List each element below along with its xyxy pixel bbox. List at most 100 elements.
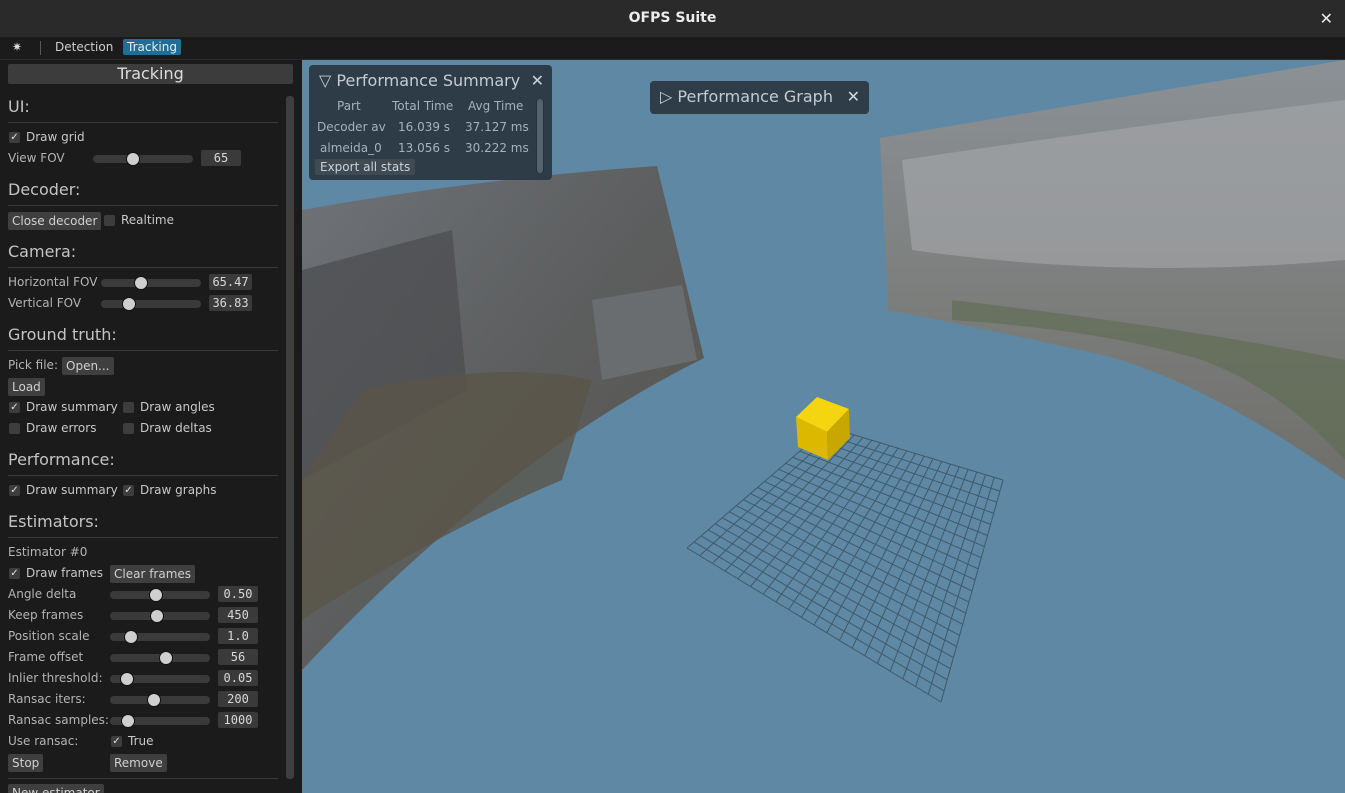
table-cell: Decoder av	[317, 120, 386, 134]
inlier-threshold-value[interactable]: 0.05	[218, 670, 258, 686]
use-ransac-value: True	[128, 734, 154, 748]
menu-detection[interactable]: Detection	[55, 40, 113, 54]
ransac-iters-slider[interactable]	[110, 693, 210, 707]
view-fov-value[interactable]: 65	[201, 150, 241, 166]
angle-delta-value[interactable]: 0.50	[218, 586, 258, 602]
divider	[8, 475, 278, 476]
draw-frames-label: Draw frames	[26, 566, 103, 580]
slider-knob[interactable]	[122, 297, 137, 311]
theme-icon[interactable]: ✷	[12, 40, 22, 54]
section-ground-truth-title: Ground truth:	[8, 325, 117, 344]
ground-grid	[686, 426, 1004, 703]
draw-grid-checkbox[interactable]: ✓	[9, 132, 20, 143]
scrollbar-thumb[interactable]	[537, 99, 543, 173]
frame-offset-slider[interactable]	[110, 651, 210, 665]
performance-summary-window[interactable]: ▽ Performance Summary ✕ Part Total Time …	[309, 65, 552, 180]
slider-knob[interactable]	[119, 672, 134, 686]
expand-arrow-icon[interactable]: ▷	[660, 87, 672, 106]
clear-frames-button[interactable]: Clear frames	[110, 565, 196, 583]
keep-frames-value[interactable]: 450	[218, 607, 258, 623]
ransac-samples-value[interactable]: 1000	[218, 712, 258, 728]
section-ui-title: UI:	[8, 97, 30, 116]
gt-draw-summary-checkbox[interactable]: ✓	[9, 402, 20, 413]
divider	[8, 122, 278, 123]
menu-bar: ✷ Detection Tracking	[0, 37, 1345, 60]
table-cell: 13.056 s	[398, 141, 451, 155]
performance-graph-label: Performance Graph	[677, 87, 833, 106]
divider	[8, 778, 278, 779]
draw-errors-checkbox[interactable]	[9, 423, 20, 434]
table-cell: 30.222 ms	[465, 141, 529, 155]
slider-knob[interactable]	[148, 588, 163, 602]
column-header: Part	[337, 99, 361, 113]
ransac-iters-value[interactable]: 200	[218, 691, 258, 707]
yellow-cube	[796, 397, 850, 460]
close-icon[interactable]: ✕	[847, 87, 860, 106]
position-scale-value[interactable]: 1.0	[218, 628, 258, 644]
angle-delta-slider[interactable]	[110, 588, 210, 602]
frame-offset-value[interactable]: 56	[218, 649, 258, 665]
view-fov-slider[interactable]	[93, 152, 193, 166]
draw-deltas-checkbox[interactable]	[123, 423, 134, 434]
menu-separator	[40, 41, 41, 55]
sidebar-header[interactable]: Tracking	[8, 64, 293, 84]
param-label: Ransac iters:	[8, 692, 86, 706]
position-scale-slider[interactable]	[110, 630, 210, 644]
inlier-threshold-slider[interactable]	[110, 672, 210, 686]
collapse-arrow-icon[interactable]: ▽	[319, 71, 331, 90]
export-all-stats-button[interactable]: Export all stats	[315, 159, 416, 175]
summary-scrollbar[interactable]	[536, 99, 544, 173]
title-bar: OFPS Suite ✕	[0, 0, 1345, 38]
performance-graph-window[interactable]: ▷ Performance Graph ✕	[650, 81, 869, 114]
draw-errors-label: Draw errors	[26, 421, 97, 435]
ransac-samples-slider[interactable]	[110, 714, 210, 728]
table-cell: 37.127 ms	[465, 120, 529, 134]
use-ransac-checkbox[interactable]: ✓	[111, 736, 122, 747]
param-label: Ransac samples:	[8, 713, 109, 727]
performance-summary-title[interactable]: ▽ Performance Summary	[319, 71, 520, 90]
load-button[interactable]: Load	[8, 378, 45, 396]
param-label: Position scale	[8, 629, 90, 643]
window-title: OFPS Suite	[628, 10, 717, 26]
new-estimator-button[interactable]: New estimator	[8, 784, 104, 793]
estimator-name: Estimator #0	[8, 545, 88, 559]
close-window-icon[interactable]: ✕	[1320, 0, 1333, 37]
divider	[8, 267, 278, 268]
view-fov-label: View FOV	[8, 151, 65, 165]
keep-frames-slider[interactable]	[110, 609, 210, 623]
close-icon[interactable]: ✕	[531, 71, 544, 90]
column-header: Total Time	[392, 99, 454, 113]
vertical-fov-slider[interactable]	[101, 297, 201, 311]
param-label: Inlier threshold:	[8, 671, 103, 685]
param-label: Frame offset	[8, 650, 84, 664]
draw-graphs-checkbox[interactable]: ✓	[123, 485, 134, 496]
tracking-sidebar: Tracking UI: ✓ Draw grid View FOV 65 Dec…	[0, 60, 301, 793]
close-decoder-button[interactable]: Close decoder	[8, 212, 102, 230]
param-label: Angle delta	[8, 587, 77, 601]
vertical-fov-value[interactable]: 36.83	[209, 295, 252, 311]
horizontal-fov-slider[interactable]	[101, 276, 201, 290]
sidebar-scrollbar[interactable]	[286, 96, 294, 779]
gt-draw-summary-label: Draw summary	[26, 400, 118, 414]
horizontal-fov-value[interactable]: 65.47	[209, 274, 252, 290]
table-cell: almeida_0	[320, 141, 382, 155]
remove-button[interactable]: Remove	[110, 754, 167, 772]
slider-knob[interactable]	[126, 152, 141, 166]
vertical-fov-label: Vertical FOV	[8, 296, 82, 310]
slider-knob[interactable]	[134, 276, 149, 290]
slider-knob[interactable]	[146, 693, 161, 707]
stop-button[interactable]: Stop	[8, 754, 44, 772]
slider-knob[interactable]	[124, 630, 139, 644]
draw-angles-checkbox[interactable]	[123, 402, 134, 413]
slider-knob[interactable]	[150, 609, 165, 623]
perf-draw-summary-checkbox[interactable]: ✓	[9, 485, 20, 496]
open-file-button[interactable]: Open...	[62, 357, 114, 375]
draw-angles-label: Draw angles	[140, 400, 215, 414]
performance-graph-title[interactable]: ▷ Performance Graph	[660, 87, 833, 106]
draw-frames-checkbox[interactable]: ✓	[9, 568, 20, 579]
slider-knob[interactable]	[159, 651, 174, 665]
realtime-checkbox[interactable]	[104, 215, 115, 226]
slider-knob[interactable]	[120, 714, 135, 728]
menu-tracking[interactable]: Tracking	[123, 39, 181, 55]
section-decoder-title: Decoder:	[8, 180, 81, 199]
